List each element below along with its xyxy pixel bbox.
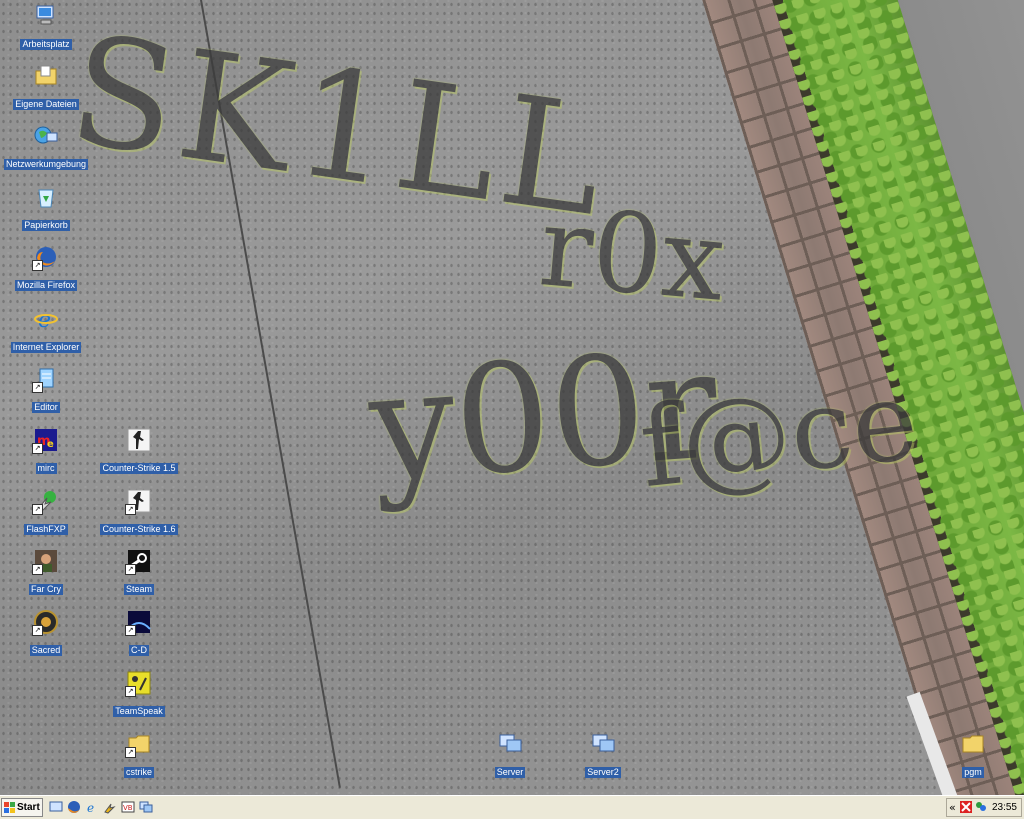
my-documents-icon [32, 62, 60, 90]
desktop-icon-counter-strike-1-6[interactable]: ↗ Counter-Strike 1.6 [94, 487, 184, 536]
desktop-icon-papierkorb[interactable]: Papierkorb [1, 183, 91, 232]
teamspeak-icon: ↗ [125, 669, 153, 697]
quicklaunch-desktop-icon[interactable] [49, 800, 63, 814]
shortcut-arrow-icon: ↗ [125, 686, 136, 697]
start-button[interactable]: Start [1, 798, 43, 817]
svg-text:e: e [47, 439, 54, 450]
desktop-icon-sacred[interactable]: ↗ Sacred [1, 608, 91, 657]
desktop-icon-mirc[interactable]: me ↗ mirc [1, 426, 91, 475]
desktop-icon-counter-strike-1-5[interactable]: Counter-Strike 1.5 [94, 426, 184, 475]
desktop-icon-label: Mozilla Firefox [14, 280, 77, 291]
desktop-icon-teamspeak[interactable]: ↗ TeamSpeak [94, 669, 184, 718]
desktop-icon-label: C-D [129, 645, 149, 656]
folder-icon [959, 730, 987, 758]
internet-explorer-icon: e [32, 305, 60, 333]
shortcut-arrow-icon: ↗ [125, 625, 136, 636]
shortcut-arrow-icon: ↗ [125, 747, 136, 758]
cd-icon: ↗ [125, 608, 153, 636]
desktop-icon-server2[interactable]: Server2 [558, 730, 648, 779]
desktop-icon-server[interactable]: Server [465, 730, 555, 779]
flashfxp-icon: ↗ [32, 487, 60, 515]
desktop-icon-mozilla-firefox[interactable]: ↗ Mozilla Firefox [1, 243, 91, 292]
shortcut-arrow-icon: ↗ [32, 382, 43, 393]
shortcut-arrow-icon: ↗ [125, 504, 136, 515]
system-tray: « 23:55 [946, 798, 1022, 817]
desktop-icon-label: Counter-Strike 1.5 [100, 463, 178, 474]
quicklaunch-vb-icon[interactable]: VB [121, 800, 135, 814]
desktop-icon-internet-explorer[interactable]: e Internet Explorer [1, 305, 91, 354]
quicklaunch-firefox-icon[interactable] [67, 800, 81, 814]
shortcut-arrow-icon: ↗ [32, 504, 43, 515]
server-icon [496, 730, 524, 758]
shortcut-arrow-icon: ↗ [32, 625, 43, 636]
desktop-icon-label: cstrike [123, 767, 154, 778]
svg-text:VB: VB [123, 804, 133, 812]
desktop-icon-c-d[interactable]: ↗ C-D [94, 608, 184, 657]
shortcut-arrow-icon: ↗ [125, 564, 136, 575]
desktop-icon-editor[interactable]: ↗ Editor [1, 365, 91, 414]
taskbar: Start e VB « 23:55 [0, 795, 1024, 819]
folder-icon: ↗ [125, 730, 153, 758]
mirc-icon: me ↗ [32, 426, 60, 454]
tray-expand-button[interactable]: « [949, 800, 956, 816]
far-cry-icon: ↗ [32, 547, 60, 575]
counter-strike-icon: ↗ [125, 487, 153, 515]
shortcut-arrow-icon: ↗ [32, 260, 43, 271]
desktop-icon-label: Editor [32, 402, 60, 413]
desktop-icon-label: FlashFXP [24, 524, 68, 535]
desktop-icon-arbeitsplatz[interactable]: Arbeitsplatz [1, 2, 91, 51]
desktop-icon-label: Papierkorb [22, 220, 70, 231]
quicklaunch-network-icon[interactable] [139, 800, 153, 814]
recycle-bin-icon [32, 183, 60, 211]
desktop-icon-flashfxp[interactable]: ↗ FlashFXP [1, 487, 91, 536]
steam-icon: ↗ [125, 547, 153, 575]
start-button-label: Start [17, 802, 40, 813]
desktop-icon-pgm[interactable]: pgm [928, 730, 1018, 779]
desktop-icon-cstrike[interactable]: ↗ cstrike [94, 730, 184, 779]
svg-text:e: e [38, 308, 51, 332]
server-icon [589, 730, 617, 758]
desktop-icon-far-cry[interactable]: ↗ Far Cry [1, 547, 91, 596]
desktop-icon-label: Far Cry [29, 584, 63, 595]
desktop-icon-label: TeamSpeak [113, 706, 165, 717]
sacred-icon: ↗ [32, 608, 60, 636]
desktop-icon-label: Eigene Dateien [13, 99, 79, 110]
desktop-icon-steam[interactable]: ↗ Steam [94, 547, 184, 596]
counter-strike-icon [125, 426, 153, 454]
desktop-icon-label: Netzwerkumgebung [3, 159, 89, 170]
desktop-icon-label: mirc [35, 463, 57, 474]
desktop-icon-label: Internet Explorer [10, 342, 82, 353]
desktop-icon-label: Sacred [29, 645, 63, 656]
clock[interactable]: 23:55 [992, 800, 1017, 816]
firefox-icon: ↗ [32, 243, 60, 271]
network-places-icon [32, 122, 60, 150]
desktop-icon-label: Counter-Strike 1.6 [100, 524, 178, 535]
desktop-icon-label: Server2 [585, 767, 621, 778]
svg-text:e: e [87, 801, 94, 814]
desktop-icon-eigene-dateien[interactable]: Eigene Dateien [1, 62, 91, 111]
desktop-icon-label: Arbeitsplatz [20, 39, 72, 50]
desktop-icon-netzwerkumgebung[interactable]: Netzwerkumgebung [1, 122, 91, 171]
notepad-icon: ↗ [32, 365, 60, 393]
messenger-tray-icon[interactable] [974, 800, 988, 819]
desktop-icon-label: pgm [962, 767, 984, 778]
graffiti-text: r0x [534, 182, 730, 326]
desktop-icon-label: Steam [123, 584, 154, 595]
antivirus-tray-icon[interactable] [959, 800, 973, 819]
quicklaunch-flashfxp-icon[interactable] [103, 800, 117, 814]
desktop-icon-label: Server [494, 767, 526, 778]
my-computer-icon [32, 2, 60, 30]
shortcut-arrow-icon: ↗ [32, 564, 43, 575]
quicklaunch-internet-explorer-icon[interactable]: e [85, 800, 99, 815]
windows-logo-icon [4, 802, 15, 813]
shortcut-arrow-icon: ↗ [32, 443, 43, 454]
